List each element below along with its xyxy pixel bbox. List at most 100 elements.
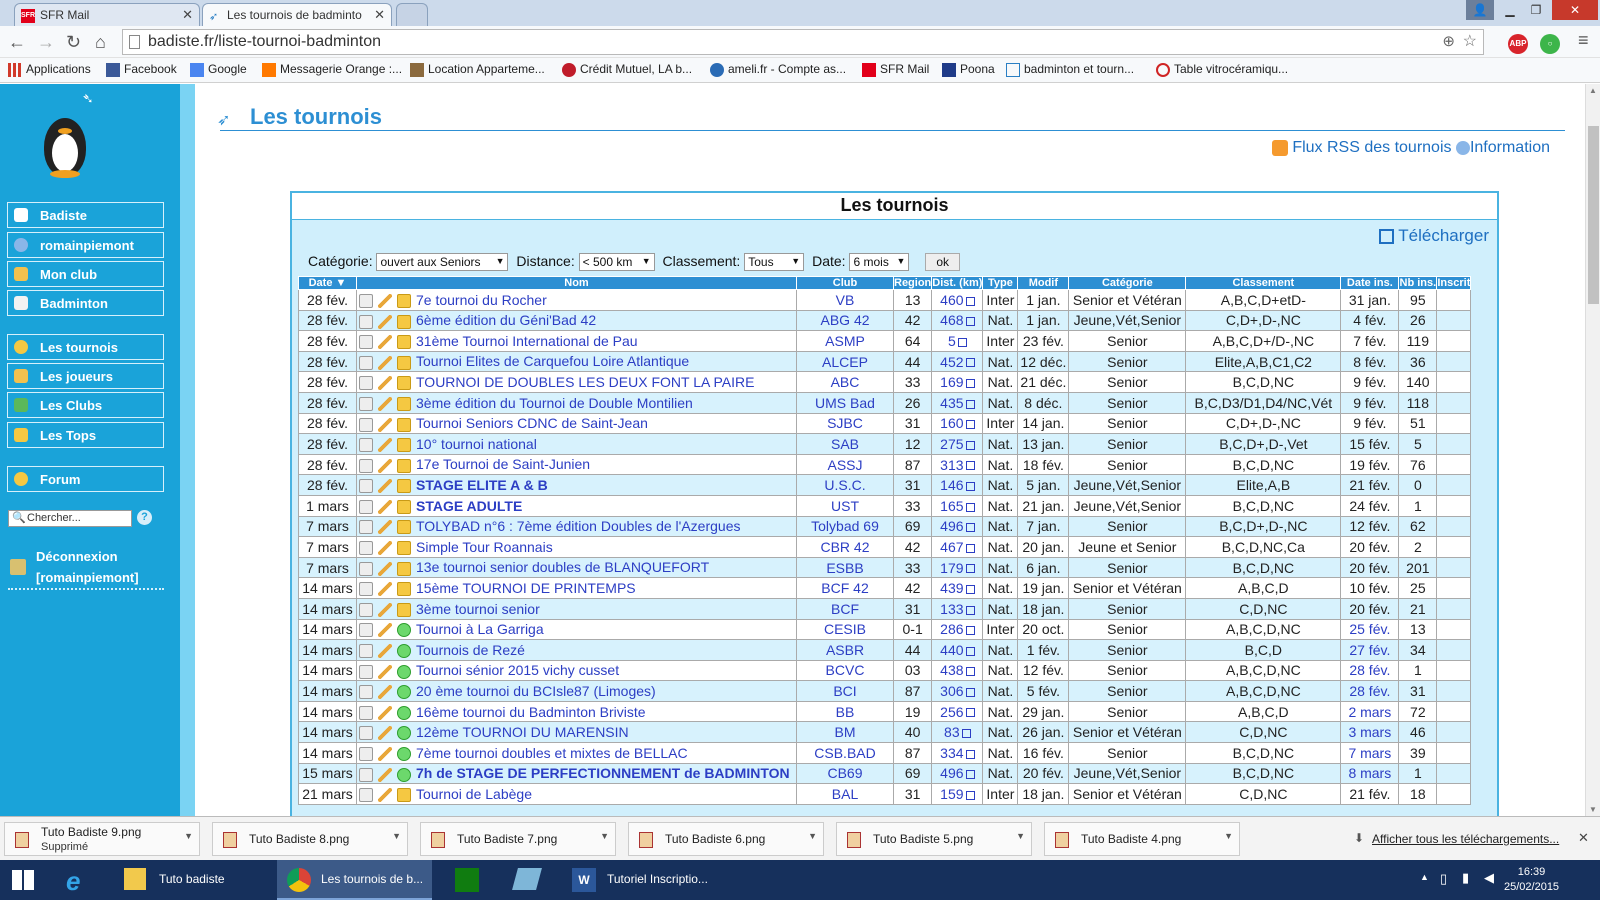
chevron-down-icon[interactable]: ▼ [1224, 831, 1233, 841]
download-link[interactable]: Télécharger [1379, 226, 1489, 246]
internet-explorer-icon[interactable]: e [66, 866, 80, 897]
bookmark-badminton[interactable]: badminton et tourn... [1006, 62, 1134, 77]
club-link[interactable]: UMS Bad [796, 391, 894, 414]
club-link[interactable]: CSB.BAD [796, 742, 894, 764]
map-location-icon[interactable] [359, 705, 373, 720]
tournament-name-link[interactable]: 7e tournoi du Rocher [416, 292, 547, 308]
bookmark-sfr-mail[interactable]: SFR Mail [862, 62, 929, 77]
pencil-icon[interactable] [378, 541, 392, 556]
bookmark-google[interactable]: Google [190, 62, 247, 77]
club-link[interactable]: Tolybad 69 [796, 515, 894, 538]
sidebar-item-forum[interactable]: Forum [7, 466, 164, 492]
club-link[interactable]: SAB [796, 433, 894, 455]
minimize-icon[interactable]: ▁ [1496, 0, 1524, 20]
map-location-icon[interactable] [359, 520, 373, 535]
pencil-icon[interactable] [378, 499, 392, 514]
add-icon[interactable] [397, 705, 411, 720]
info-link[interactable]: Information [1470, 139, 1550, 156]
external-link-icon[interactable] [965, 543, 975, 553]
external-link-icon[interactable] [965, 605, 975, 615]
tournament-name-link[interactable]: Tournoi de Labège [416, 786, 532, 802]
club-link[interactable]: BB [796, 700, 894, 723]
forward-icon[interactable]: → [37, 32, 55, 52]
date-ins-cell[interactable]: 28 fév. [1340, 680, 1400, 702]
pencil-icon[interactable] [378, 623, 392, 638]
external-link-icon[interactable] [965, 646, 975, 656]
tournament-name-link[interactable]: 7h de STAGE DE PERFECTIONNEMENT de BADMI… [416, 765, 790, 781]
scroll-thumb[interactable] [1588, 126, 1599, 304]
tournament-name-link[interactable]: 3ème tournoi senior [416, 601, 540, 617]
distance-cell[interactable]: 467 [931, 536, 984, 558]
show-all-downloads-link[interactable]: Afficher tous les téléchargements... [1372, 832, 1559, 846]
distance-cell[interactable]: 159 [931, 783, 984, 805]
bookmark-credit-mutuel[interactable]: Crédit Mutuel, LA b... [562, 62, 692, 77]
tournament-name-link[interactable]: 17e Tournoi de Saint-Junien [416, 456, 590, 472]
external-link-icon[interactable] [965, 358, 975, 368]
distance-cell[interactable]: 169 [931, 371, 984, 393]
windows-start-icon[interactable] [12, 870, 34, 890]
logout-link[interactable]: Déconnexion [romainpiemont] [8, 546, 164, 590]
date-ins-cell[interactable]: 28 fév. [1340, 659, 1400, 682]
search-help-icon[interactable]: ? [137, 510, 152, 525]
pencil-icon[interactable] [378, 747, 392, 761]
club-link[interactable]: SJBC [796, 412, 894, 435]
club-link[interactable]: UST [796, 494, 894, 517]
distance-cell[interactable]: 5 [931, 330, 984, 352]
chevron-down-icon[interactable]: ▼ [392, 831, 401, 841]
close-downloads-icon[interactable]: ✕ [1578, 830, 1589, 846]
distance-cell[interactable]: 460 [931, 289, 984, 311]
map-location-icon[interactable] [359, 644, 373, 659]
add-icon[interactable] [397, 644, 411, 659]
distance-cell[interactable]: 496 [931, 762, 984, 785]
club-link[interactable]: U.S.C. [796, 474, 894, 496]
distance-cell[interactable]: 438 [931, 659, 984, 682]
extension-green-icon[interactable]: ○ [1540, 34, 1560, 54]
map-location-icon[interactable] [359, 335, 373, 350]
date-ins-cell[interactable]: 25 fév. [1340, 618, 1400, 641]
map-location-icon[interactable] [359, 438, 373, 453]
distance-cell[interactable]: 439 [931, 577, 984, 599]
external-link-icon[interactable] [965, 317, 975, 327]
club-link[interactable]: ABC [796, 371, 894, 393]
external-link-icon[interactable] [965, 399, 975, 409]
map-location-icon[interactable] [359, 582, 373, 597]
sidebar-item-badiste[interactable]: Badiste [7, 202, 164, 228]
sidebar-item-mon-club[interactable]: Mon club [7, 261, 164, 287]
pencil-icon[interactable] [378, 479, 392, 494]
distance-cell[interactable]: 83 [931, 721, 984, 744]
sidebar-item-les-joueurs[interactable]: Les joueurs [7, 363, 164, 389]
sidebar-item-les-tops[interactable]: Les Tops [7, 422, 164, 448]
tray-network-icon[interactable]: ▮ [1462, 870, 1469, 886]
add-icon[interactable] [397, 664, 411, 679]
tournament-name-link[interactable]: STAGE ADULTE [416, 498, 522, 514]
map-location-icon[interactable] [359, 479, 373, 494]
tournament-name-link[interactable]: 15ème TOURNOI DE PRINTEMPS [416, 580, 636, 596]
search-input[interactable]: 🔍 Chercher... [8, 510, 132, 527]
pencil-icon[interactable] [378, 293, 392, 308]
app-icon[interactable] [512, 868, 542, 890]
chevron-down-icon[interactable]: ▼ [184, 831, 193, 841]
distance-cell[interactable]: 306 [931, 680, 984, 702]
distance-cell[interactable]: 334 [931, 742, 984, 764]
map-location-icon[interactable] [359, 396, 373, 411]
ok-button[interactable]: ok [925, 253, 961, 272]
external-link-icon[interactable] [965, 420, 975, 430]
categorie-select[interactable]: ouvert aux Seniors [376, 253, 509, 272]
external-link-icon[interactable] [965, 790, 975, 800]
pencil-icon[interactable] [378, 685, 392, 700]
pencil-icon[interactable] [378, 664, 392, 679]
pencil-icon[interactable] [378, 767, 392, 782]
close-window-icon[interactable]: ✕ [1552, 0, 1598, 20]
scroll-up-icon[interactable]: ▲ [1589, 86, 1597, 95]
tournament-name-link[interactable]: 13e tournoi senior doubles de BLANQUEFOR… [416, 559, 709, 575]
external-link-icon[interactable] [965, 378, 975, 388]
taskbar-explorer[interactable]: Tuto badiste [114, 860, 272, 900]
close-tab-icon[interactable]: ✕ [374, 7, 385, 23]
map-location-icon[interactable] [359, 788, 373, 803]
distance-cell[interactable]: 286 [931, 618, 984, 641]
download-item[interactable]: Tuto Badiste 6.png ▼ [628, 822, 824, 856]
distance-cell[interactable]: 313 [931, 453, 984, 476]
external-link-icon[interactable] [965, 440, 975, 450]
external-link-icon[interactable] [965, 564, 975, 574]
download-item[interactable]: Tuto Badiste 4.png ▼ [1044, 822, 1240, 856]
